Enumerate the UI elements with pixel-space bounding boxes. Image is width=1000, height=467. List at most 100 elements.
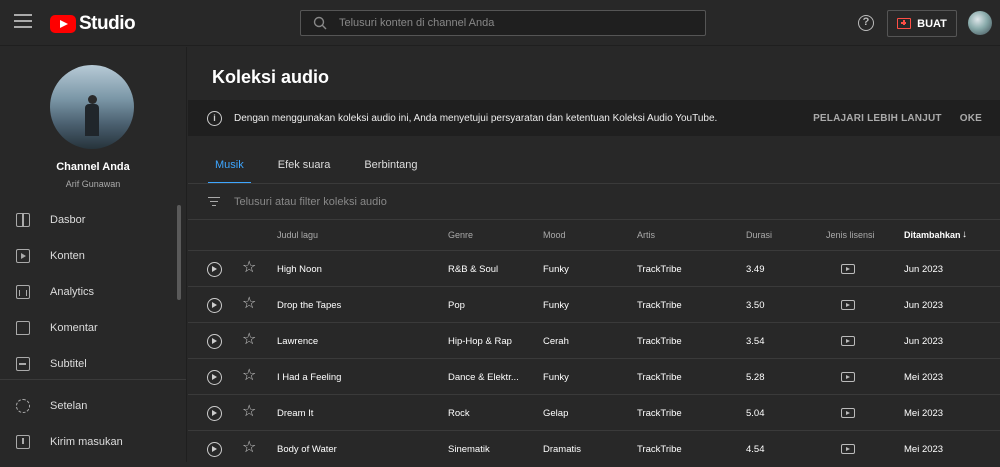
filter-bar bbox=[188, 184, 1000, 220]
play-icon[interactable] bbox=[207, 262, 222, 277]
sidebar-item-label: Analytics bbox=[50, 286, 95, 298]
menu-icon[interactable] bbox=[14, 14, 32, 28]
track-genre: Pop bbox=[448, 300, 465, 311]
sort-arrow-icon[interactable]: ↓ bbox=[962, 229, 967, 240]
star-icon[interactable]: ☆ bbox=[242, 404, 256, 420]
sidebar-item-comments[interactable]: Komentar bbox=[0, 311, 186, 345]
content-icon bbox=[16, 249, 30, 263]
license-icon[interactable] bbox=[841, 408, 855, 418]
help-icon[interactable]: ? bbox=[858, 15, 874, 31]
table-header: Judul lagu Genre Mood Artis Durasi Jenis… bbox=[188, 221, 1000, 251]
table-row[interactable]: ☆ High Noon R&B & Soul Funky TrackTribe … bbox=[188, 251, 1000, 287]
info-icon: i bbox=[207, 110, 222, 126]
channel-name: Channel Anda bbox=[56, 161, 130, 173]
column-header-license[interactable]: Jenis lisensi bbox=[826, 230, 875, 240]
tab-sound-effects[interactable]: Efek suara bbox=[275, 159, 334, 183]
table-row[interactable]: ☆ I Had a Feeling Dance & Elektr... Funk… bbox=[188, 359, 1000, 395]
table-row[interactable]: ☆ Dream It Rock Gelap TrackTribe 5.04 Me… bbox=[188, 395, 1000, 431]
tab-music[interactable]: Musik bbox=[208, 159, 251, 184]
star-icon[interactable]: ☆ bbox=[242, 368, 256, 384]
learn-more-button[interactable]: PELAJARI LEBIH LANJUT bbox=[813, 113, 942, 124]
sidebar-item-settings[interactable]: Setelan bbox=[0, 389, 186, 423]
channel-avatar[interactable] bbox=[50, 65, 134, 149]
channel-search[interactable] bbox=[300, 10, 706, 36]
track-added: Mei 2023 bbox=[904, 372, 944, 383]
track-artist: TrackTribe bbox=[637, 300, 682, 311]
column-header-added[interactable]: Ditambahkan bbox=[904, 230, 961, 240]
feedback-icon bbox=[16, 435, 30, 449]
filter-input[interactable] bbox=[232, 194, 732, 209]
play-icon[interactable] bbox=[207, 370, 222, 385]
create-button[interactable]: BUAT bbox=[887, 10, 957, 37]
terms-banner: i Dengan menggunakan koleksi audio ini, … bbox=[188, 100, 1000, 136]
license-icon[interactable] bbox=[841, 372, 855, 382]
search-icon bbox=[313, 16, 327, 30]
studio-logo[interactable]: Studio bbox=[50, 13, 136, 35]
track-artist: TrackTribe bbox=[637, 336, 682, 347]
ok-button[interactable]: OKE bbox=[960, 113, 982, 124]
track-duration: 5.28 bbox=[746, 372, 765, 383]
play-icon[interactable] bbox=[207, 298, 222, 313]
sidebar-item-label: Dasbor bbox=[50, 214, 86, 226]
sidebar-item-label: Komentar bbox=[50, 322, 98, 334]
sidebar-item-content[interactable]: Konten bbox=[0, 239, 186, 273]
page-title: Koleksi audio bbox=[212, 67, 330, 87]
settings-icon bbox=[16, 399, 30, 413]
license-icon[interactable] bbox=[841, 444, 855, 454]
channel-owner: Arif Gunawan bbox=[65, 179, 121, 189]
track-duration: 3.49 bbox=[746, 264, 765, 275]
sidebar-scrollbar[interactable] bbox=[177, 205, 181, 300]
star-icon[interactable]: ☆ bbox=[242, 296, 256, 312]
library-tabs: Musik Efek suara Berbintang bbox=[208, 159, 449, 184]
filter-icon[interactable] bbox=[208, 194, 220, 209]
track-title: Lawrence bbox=[277, 336, 319, 347]
column-header-artist[interactable]: Artis bbox=[637, 230, 655, 240]
sidebar-item-analytics[interactable]: Analytics bbox=[0, 275, 186, 309]
play-icon[interactable] bbox=[207, 406, 222, 421]
tab-starred[interactable]: Berbintang bbox=[361, 159, 420, 183]
column-header-mood[interactable]: Mood bbox=[543, 230, 566, 240]
column-header-title[interactable]: Judul lagu bbox=[277, 230, 318, 240]
play-icon[interactable] bbox=[207, 442, 222, 457]
sidebar-item-label: Kirim masukan bbox=[50, 436, 123, 448]
star-icon[interactable]: ☆ bbox=[242, 260, 256, 276]
star-icon[interactable]: ☆ bbox=[242, 332, 256, 348]
track-duration: 5.04 bbox=[746, 408, 765, 419]
column-header-duration[interactable]: Durasi bbox=[746, 230, 772, 240]
sidebar-item-label: Setelan bbox=[50, 400, 88, 412]
sidebar: Channel Anda Arif Gunawan Dasbor Konten … bbox=[0, 47, 187, 462]
track-added: Jun 2023 bbox=[904, 300, 944, 311]
column-header-genre[interactable]: Genre bbox=[448, 230, 473, 240]
track-mood: Funky bbox=[543, 300, 569, 311]
subtitles-icon bbox=[16, 357, 30, 371]
table-row[interactable]: ☆ Drop the Tapes Pop Funky TrackTribe 3.… bbox=[188, 287, 1000, 323]
sidebar-item-subtitles[interactable]: Subtitel bbox=[0, 347, 186, 381]
license-icon[interactable] bbox=[841, 336, 855, 346]
sidebar-item-dashboard[interactable]: Dasbor bbox=[0, 203, 186, 237]
track-genre: Sinematik bbox=[448, 444, 490, 455]
track-mood: Funky bbox=[543, 264, 569, 275]
table-row[interactable]: ☆ Lawrence Hip-Hop & Rap Cerah TrackTrib… bbox=[188, 323, 1000, 359]
sidebar-item-feedback[interactable]: Kirim masukan bbox=[0, 425, 186, 459]
track-title: Body of Water bbox=[277, 444, 337, 455]
main-content: Koleksi audio i Dengan menggunakan kolek… bbox=[188, 47, 1000, 462]
account-avatar[interactable] bbox=[968, 11, 992, 35]
star-icon[interactable]: ☆ bbox=[242, 440, 256, 456]
track-added: Jun 2023 bbox=[904, 264, 944, 275]
license-icon[interactable] bbox=[841, 300, 855, 310]
search-input[interactable] bbox=[337, 14, 687, 32]
sidebar-item-label: Subtitel bbox=[50, 358, 87, 370]
youtube-logo-icon bbox=[50, 15, 76, 33]
sidebar-divider bbox=[0, 379, 186, 380]
track-title: I Had a Feeling bbox=[277, 372, 342, 383]
play-icon[interactable] bbox=[207, 334, 222, 349]
logo-text: Studio bbox=[79, 13, 136, 34]
track-artist: TrackTribe bbox=[637, 408, 682, 419]
track-genre: Dance & Elektr... bbox=[448, 372, 519, 383]
track-genre: Rock bbox=[448, 408, 470, 419]
track-title: Dream It bbox=[277, 408, 314, 419]
license-icon[interactable] bbox=[841, 264, 855, 274]
track-title: Drop the Tapes bbox=[277, 300, 342, 311]
track-added: Jun 2023 bbox=[904, 336, 944, 347]
dashboard-icon bbox=[16, 213, 30, 227]
